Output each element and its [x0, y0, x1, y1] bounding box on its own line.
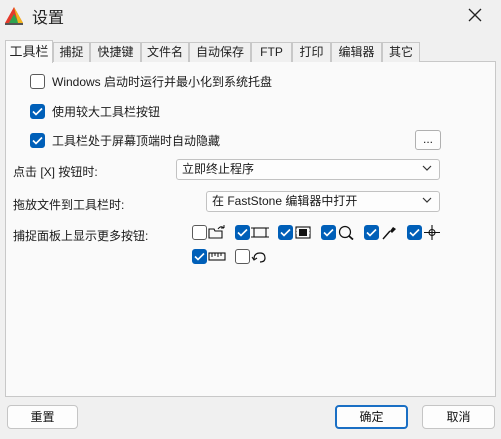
- startup-minimize-option[interactable]: Windows 启动时运行并最小化到系统托盘: [30, 73, 272, 90]
- reset-button[interactable]: 重置: [7, 405, 78, 429]
- tab-editor[interactable]: 编辑器: [331, 42, 382, 62]
- checkmark-icon: [237, 228, 248, 237]
- tab-hotkeys[interactable]: 快捷键: [90, 42, 141, 62]
- large-buttons-option[interactable]: 使用较大工具栏按钮: [30, 103, 160, 120]
- checkmark-icon: [194, 252, 205, 261]
- chevron-down-icon: [422, 165, 432, 171]
- drop-action-label: 拖放文件到工具栏时:: [13, 198, 125, 212]
- open-folder-checkbox[interactable]: [192, 225, 207, 240]
- tab-strip: 工具栏 捕捉 快捷键 文件名 自动保存 FTP 打印 编辑器 其它: [5, 40, 496, 63]
- magnifier-checkbox[interactable]: [321, 225, 336, 240]
- color-picker-checkbox[interactable]: [364, 225, 379, 240]
- color-picker-icon: [382, 227, 396, 240]
- delay-checkbox[interactable]: [235, 249, 250, 264]
- checkmark-icon: [32, 107, 43, 116]
- window-title: 设置: [32, 10, 65, 27]
- extra-button-crosshair[interactable]: [407, 225, 441, 240]
- chevron-down-icon: [422, 197, 432, 203]
- checkmark-icon: [32, 136, 43, 145]
- app-logo-icon: [5, 7, 23, 25]
- auto-hide-more-button[interactable]: ...: [415, 130, 441, 150]
- ruler-icon: [208, 252, 226, 261]
- tab-print[interactable]: 打印: [292, 42, 331, 62]
- large-buttons-label: 使用较大工具栏按钮: [52, 105, 161, 119]
- extra-button-magnifier[interactable]: [321, 225, 355, 240]
- cancel-button[interactable]: 取消: [422, 405, 495, 429]
- auto-hide-label: 工具栏处于屏幕顶端时自动隐藏: [52, 134, 221, 148]
- drop-action-select[interactable]: 在 FastStone 编辑器中打开: [206, 191, 440, 212]
- close-action-value: 立即终止程序: [182, 162, 255, 176]
- extra-button-open-folder[interactable]: [192, 225, 226, 240]
- delay-icon: [251, 252, 266, 263]
- crosshair-icon: [424, 225, 440, 240]
- toolbar-settings-panel: Windows 启动时运行并最小化到系统托盘 使用较大工具栏按钮 工具栏处于屏幕…: [5, 62, 496, 397]
- magnifier-icon: [338, 225, 354, 240]
- close-button[interactable]: [453, 0, 497, 30]
- tab-capture[interactable]: 捕捉: [53, 42, 90, 62]
- fixed-region-checkbox[interactable]: [235, 225, 250, 240]
- close-action-label: 点击 [X] 按钮时:: [13, 165, 98, 179]
- ruler-checkbox[interactable]: [192, 249, 207, 264]
- checkmark-icon: [323, 228, 334, 237]
- extra-buttons-label: 捕捉面板上显示更多按钮:: [13, 229, 149, 243]
- startup-minimize-label: Windows 启动时运行并最小化到系统托盘: [52, 75, 273, 89]
- close-action-select[interactable]: 立即终止程序: [176, 159, 440, 180]
- extra-button-fixed-region[interactable]: [235, 225, 269, 240]
- close-icon: [468, 8, 482, 22]
- large-buttons-checkbox[interactable]: [30, 104, 45, 119]
- video-capture-checkbox[interactable]: [278, 225, 293, 240]
- extra-button-color-picker[interactable]: [364, 225, 398, 240]
- extra-button-ruler[interactable]: [192, 249, 226, 264]
- fixed-region-icon: [251, 227, 269, 238]
- checkmark-icon: [280, 228, 291, 237]
- auto-hide-checkbox[interactable]: [30, 133, 45, 148]
- checkmark-icon: [366, 228, 377, 237]
- tab-toolbar[interactable]: 工具栏: [5, 40, 53, 63]
- crosshair-checkbox[interactable]: [407, 225, 422, 240]
- startup-minimize-checkbox[interactable]: [30, 74, 45, 89]
- tab-ftp[interactable]: FTP: [251, 42, 292, 62]
- ok-button[interactable]: 确定: [335, 405, 408, 429]
- checkmark-icon: [409, 228, 420, 237]
- tab-other[interactable]: 其它: [382, 42, 420, 62]
- extra-button-delay[interactable]: [235, 249, 269, 264]
- tab-filename[interactable]: 文件名: [141, 42, 189, 62]
- drop-action-value: 在 FastStone 编辑器中打开: [212, 194, 358, 208]
- extra-button-video-capture[interactable]: [278, 225, 312, 240]
- title-bar: 设置: [0, 0, 501, 30]
- auto-hide-option[interactable]: 工具栏处于屏幕顶端时自动隐藏: [30, 132, 220, 149]
- video-capture-icon: [295, 226, 311, 239]
- open-folder-icon: [208, 225, 225, 239]
- tab-autosave[interactable]: 自动保存: [189, 42, 251, 62]
